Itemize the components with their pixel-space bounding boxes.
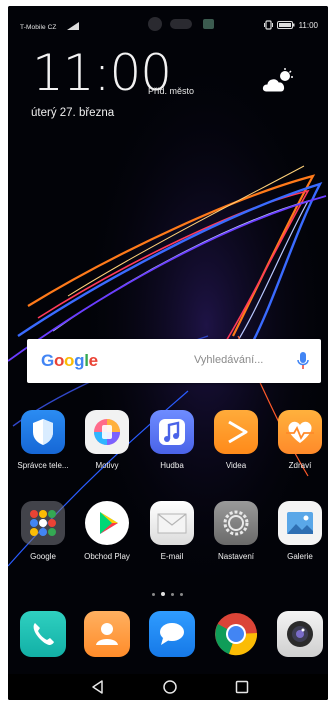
clock-date: úterý 27. března [31,107,115,119]
play-store-icon [85,501,129,545]
page-dot-active [161,592,165,596]
app-music[interactable]: Hudba [142,410,202,470]
status-bar: T-Mobile CZ 11:00 [8,6,328,40]
app-label: Nastavení [217,552,255,561]
back-icon[interactable] [90,679,106,695]
google-search-bar[interactable]: Google Vyhledávání... [27,339,321,383]
home-screen: T-Mobile CZ 11:00 11:00 Příd. město úter… [8,6,328,700]
app-gallery[interactable]: Galerie [270,501,328,561]
weather-icon[interactable] [260,68,294,94]
app-google-folder[interactable]: Google [13,501,73,561]
google-folder-icon [21,501,65,545]
dock-contacts[interactable] [77,611,137,657]
app-label: E-mail [160,552,184,561]
app-play-store[interactable]: Obchod Play [77,501,137,561]
recents-icon[interactable] [234,679,250,695]
messages-icon [149,611,195,657]
chrome-icon [213,611,259,657]
status-time: 11:00 [298,20,318,30]
music-icon [150,410,194,454]
navigation-bar [8,674,328,700]
camera-notch [148,17,214,31]
page-dot [171,592,174,596]
carrier-name: T-Mobile CZ [20,24,57,31]
app-label: Motivy [95,461,119,470]
app-label: Hudba [160,461,184,470]
google-logo: Google [41,351,98,370]
app-phone-manager[interactable]: Správce tele... [13,410,73,470]
app-label: Obchod Play [84,552,130,561]
health-icon [278,410,322,454]
dock-messages[interactable] [142,611,202,657]
email-icon [150,501,194,545]
dock-camera[interactable] [270,611,328,657]
contacts-icon [84,611,130,657]
home-icon[interactable] [162,679,178,695]
shield-icon [21,410,65,454]
settings-icon [214,501,258,545]
gallery-icon [278,501,322,545]
app-settings[interactable]: Nastavení [206,501,266,561]
app-health[interactable]: Zdraví [270,410,328,470]
dock-phone[interactable] [13,611,73,657]
signal-icon [67,22,79,30]
dock-chrome[interactable] [206,611,266,657]
search-placeholder[interactable]: Vyhledávání... [194,354,263,366]
app-label: Galerie [287,552,313,561]
clock-city: Příd. město [148,86,195,96]
app-themes[interactable]: Motivy [77,410,137,470]
phone-icon [20,611,66,657]
mic-icon[interactable] [297,351,309,371]
app-label: Google [30,552,56,561]
app-label: Videa [225,461,247,470]
page-dot [152,592,155,596]
app-video[interactable]: Videa [206,410,266,470]
page-dot [180,592,183,596]
battery-icon [276,21,295,29]
app-label: Správce tele... [17,461,69,470]
video-icon [214,410,258,454]
vibrate-icon [263,20,273,30]
app-email[interactable]: E-mail [142,501,202,561]
camera-icon [277,611,323,657]
themes-icon [85,410,129,454]
page-indicator[interactable] [152,592,183,596]
app-label: Zdraví [288,461,312,470]
